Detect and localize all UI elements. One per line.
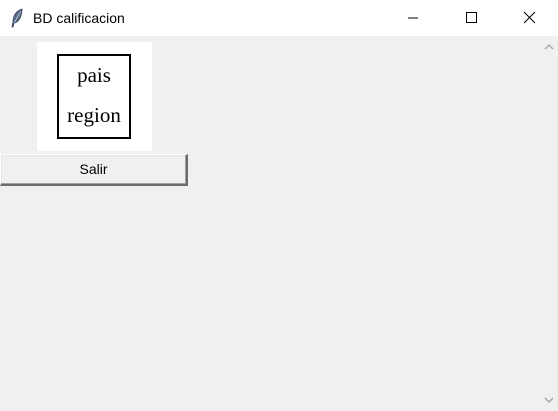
app-window: BD calificacion pais region Salir xyxy=(0,0,558,411)
scroll-down-button[interactable] xyxy=(540,391,558,409)
vertical-scrollbar[interactable] xyxy=(540,36,558,411)
scroll-up-button[interactable] xyxy=(540,38,558,56)
entity-cell-pais: pais xyxy=(57,54,131,98)
window-title: BD calificacion xyxy=(33,10,125,26)
title-bar[interactable]: BD calificacion xyxy=(0,0,558,36)
entity-cell-region: region xyxy=(57,96,131,139)
exit-button[interactable]: Salir xyxy=(0,154,188,186)
client-area: pais region Salir xyxy=(0,36,540,411)
feather-icon xyxy=(10,8,24,28)
close-button[interactable] xyxy=(500,0,558,36)
maximize-button[interactable] xyxy=(442,0,500,36)
minimize-button[interactable] xyxy=(384,0,442,36)
entity-diagram-image: pais region xyxy=(37,42,152,151)
